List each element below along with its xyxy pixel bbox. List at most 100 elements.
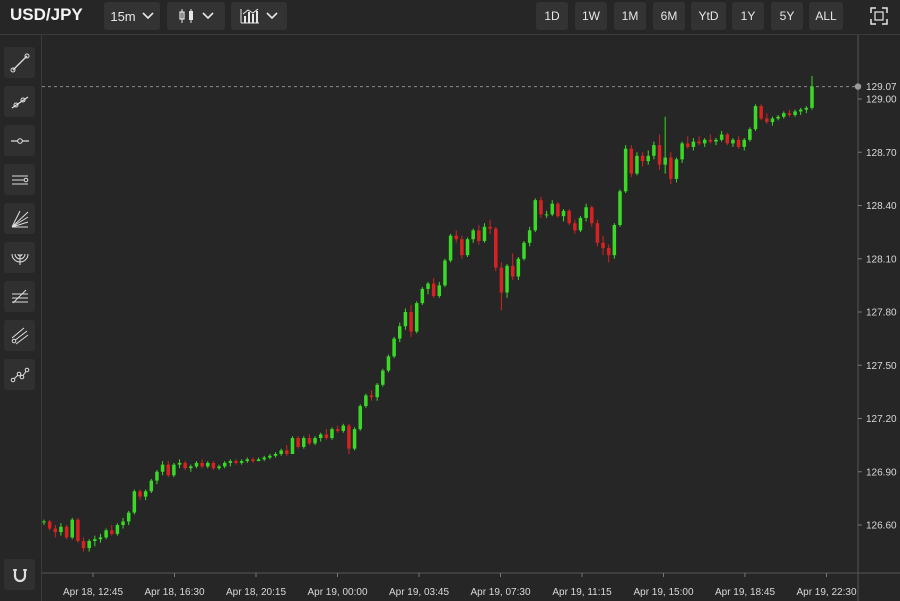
candle-body (635, 155, 639, 174)
candle-body (640, 155, 645, 162)
candle (245, 457, 250, 463)
candle-body (465, 239, 470, 256)
candle (460, 235, 464, 259)
candle (166, 461, 170, 478)
price-tick-label: 128.70 (866, 148, 897, 159)
candle-body (194, 462, 199, 467)
candle (736, 136, 741, 149)
candle (488, 219, 492, 234)
time-tick-label: Apr 18, 16:30 (144, 587, 204, 598)
price-tick-label: 127.50 (866, 361, 897, 372)
candle (149, 478, 154, 494)
candle-body (87, 540, 91, 549)
candle (465, 237, 470, 257)
candle-body (708, 139, 713, 142)
candle-body (104, 530, 108, 538)
candle-body (736, 139, 741, 147)
candle (663, 116, 667, 174)
candle (392, 336, 396, 359)
candle-body (516, 258, 521, 277)
candle-body (234, 461, 238, 463)
candle-body (268, 455, 272, 458)
candle-body (477, 230, 481, 241)
candle (431, 278, 436, 298)
candle (708, 134, 713, 144)
candle-body (510, 265, 515, 277)
candle-body (228, 461, 233, 463)
candle-body (42, 521, 46, 523)
time-tick-label: Apr 19, 11:15 (552, 587, 612, 598)
candle (375, 383, 379, 401)
candle (222, 461, 227, 469)
candle (471, 228, 475, 243)
candle (381, 368, 385, 387)
candle (697, 136, 701, 146)
time-tick-label: Apr 19, 15:00 (633, 587, 693, 598)
candle-body (76, 519, 80, 541)
candle (177, 459, 182, 469)
time-tick-label: Apr 18, 12:45 (63, 587, 123, 598)
time-tick-label: Apr 19, 07:30 (470, 587, 530, 598)
candle-body (533, 200, 538, 231)
candle (132, 489, 137, 515)
candle (347, 423, 351, 454)
candle (318, 432, 323, 442)
candle (200, 459, 204, 469)
candle (143, 489, 148, 501)
candle (256, 457, 261, 462)
candle-body (318, 434, 323, 439)
last-price-marker (854, 83, 862, 90)
candle (787, 109, 792, 117)
candle-body (719, 134, 724, 140)
candle (505, 264, 509, 298)
candle (279, 448, 283, 456)
candle (296, 436, 300, 449)
candle (669, 152, 673, 185)
candle (782, 111, 786, 119)
candle (657, 134, 662, 170)
candle-body (443, 260, 447, 286)
price-axis[interactable]: 129.00 128.70 128.40 128.10 127.80 127.50 127.… (858, 95, 897, 532)
candle-body (606, 248, 611, 256)
candle-body (674, 159, 679, 179)
candle-body (759, 106, 763, 119)
candle (189, 464, 193, 472)
candle (482, 223, 487, 243)
candle (652, 141, 656, 160)
candle-body (138, 491, 142, 497)
candle-body (132, 491, 137, 513)
candle (364, 393, 368, 408)
candle (234, 459, 238, 465)
candle-body (143, 491, 148, 497)
candle (702, 138, 707, 147)
candle (623, 145, 628, 194)
candle (561, 209, 566, 222)
candle (307, 434, 312, 446)
candle-body (313, 438, 317, 444)
candle-body (222, 462, 227, 467)
price-chart[interactable]: 129.07 129.00 128.70 128.40 128.10 127.80 127… (0, 0, 900, 601)
candle-body (590, 207, 594, 224)
candle (443, 258, 447, 288)
candle-body (381, 370, 385, 385)
candle-body (347, 425, 351, 449)
candle-body (601, 242, 605, 249)
candle-body (409, 312, 413, 332)
time-axis[interactable]: Apr 18, 12:45 Apr 18, 16:30 Apr 18, 20:15 A… (63, 573, 857, 598)
candle (160, 461, 165, 476)
candle (477, 225, 481, 245)
candle (358, 404, 362, 431)
candle-body (206, 462, 210, 467)
candle-body (612, 225, 617, 256)
candle (155, 469, 159, 485)
candle (251, 457, 255, 463)
candle-body (494, 228, 498, 268)
candle-body (126, 512, 131, 522)
price-tick-label: 128.10 (866, 254, 897, 265)
candle (522, 241, 526, 261)
candle (691, 138, 696, 151)
candle-body (714, 139, 718, 142)
candle (414, 301, 419, 334)
candle-body (595, 223, 600, 243)
candle (420, 287, 425, 305)
